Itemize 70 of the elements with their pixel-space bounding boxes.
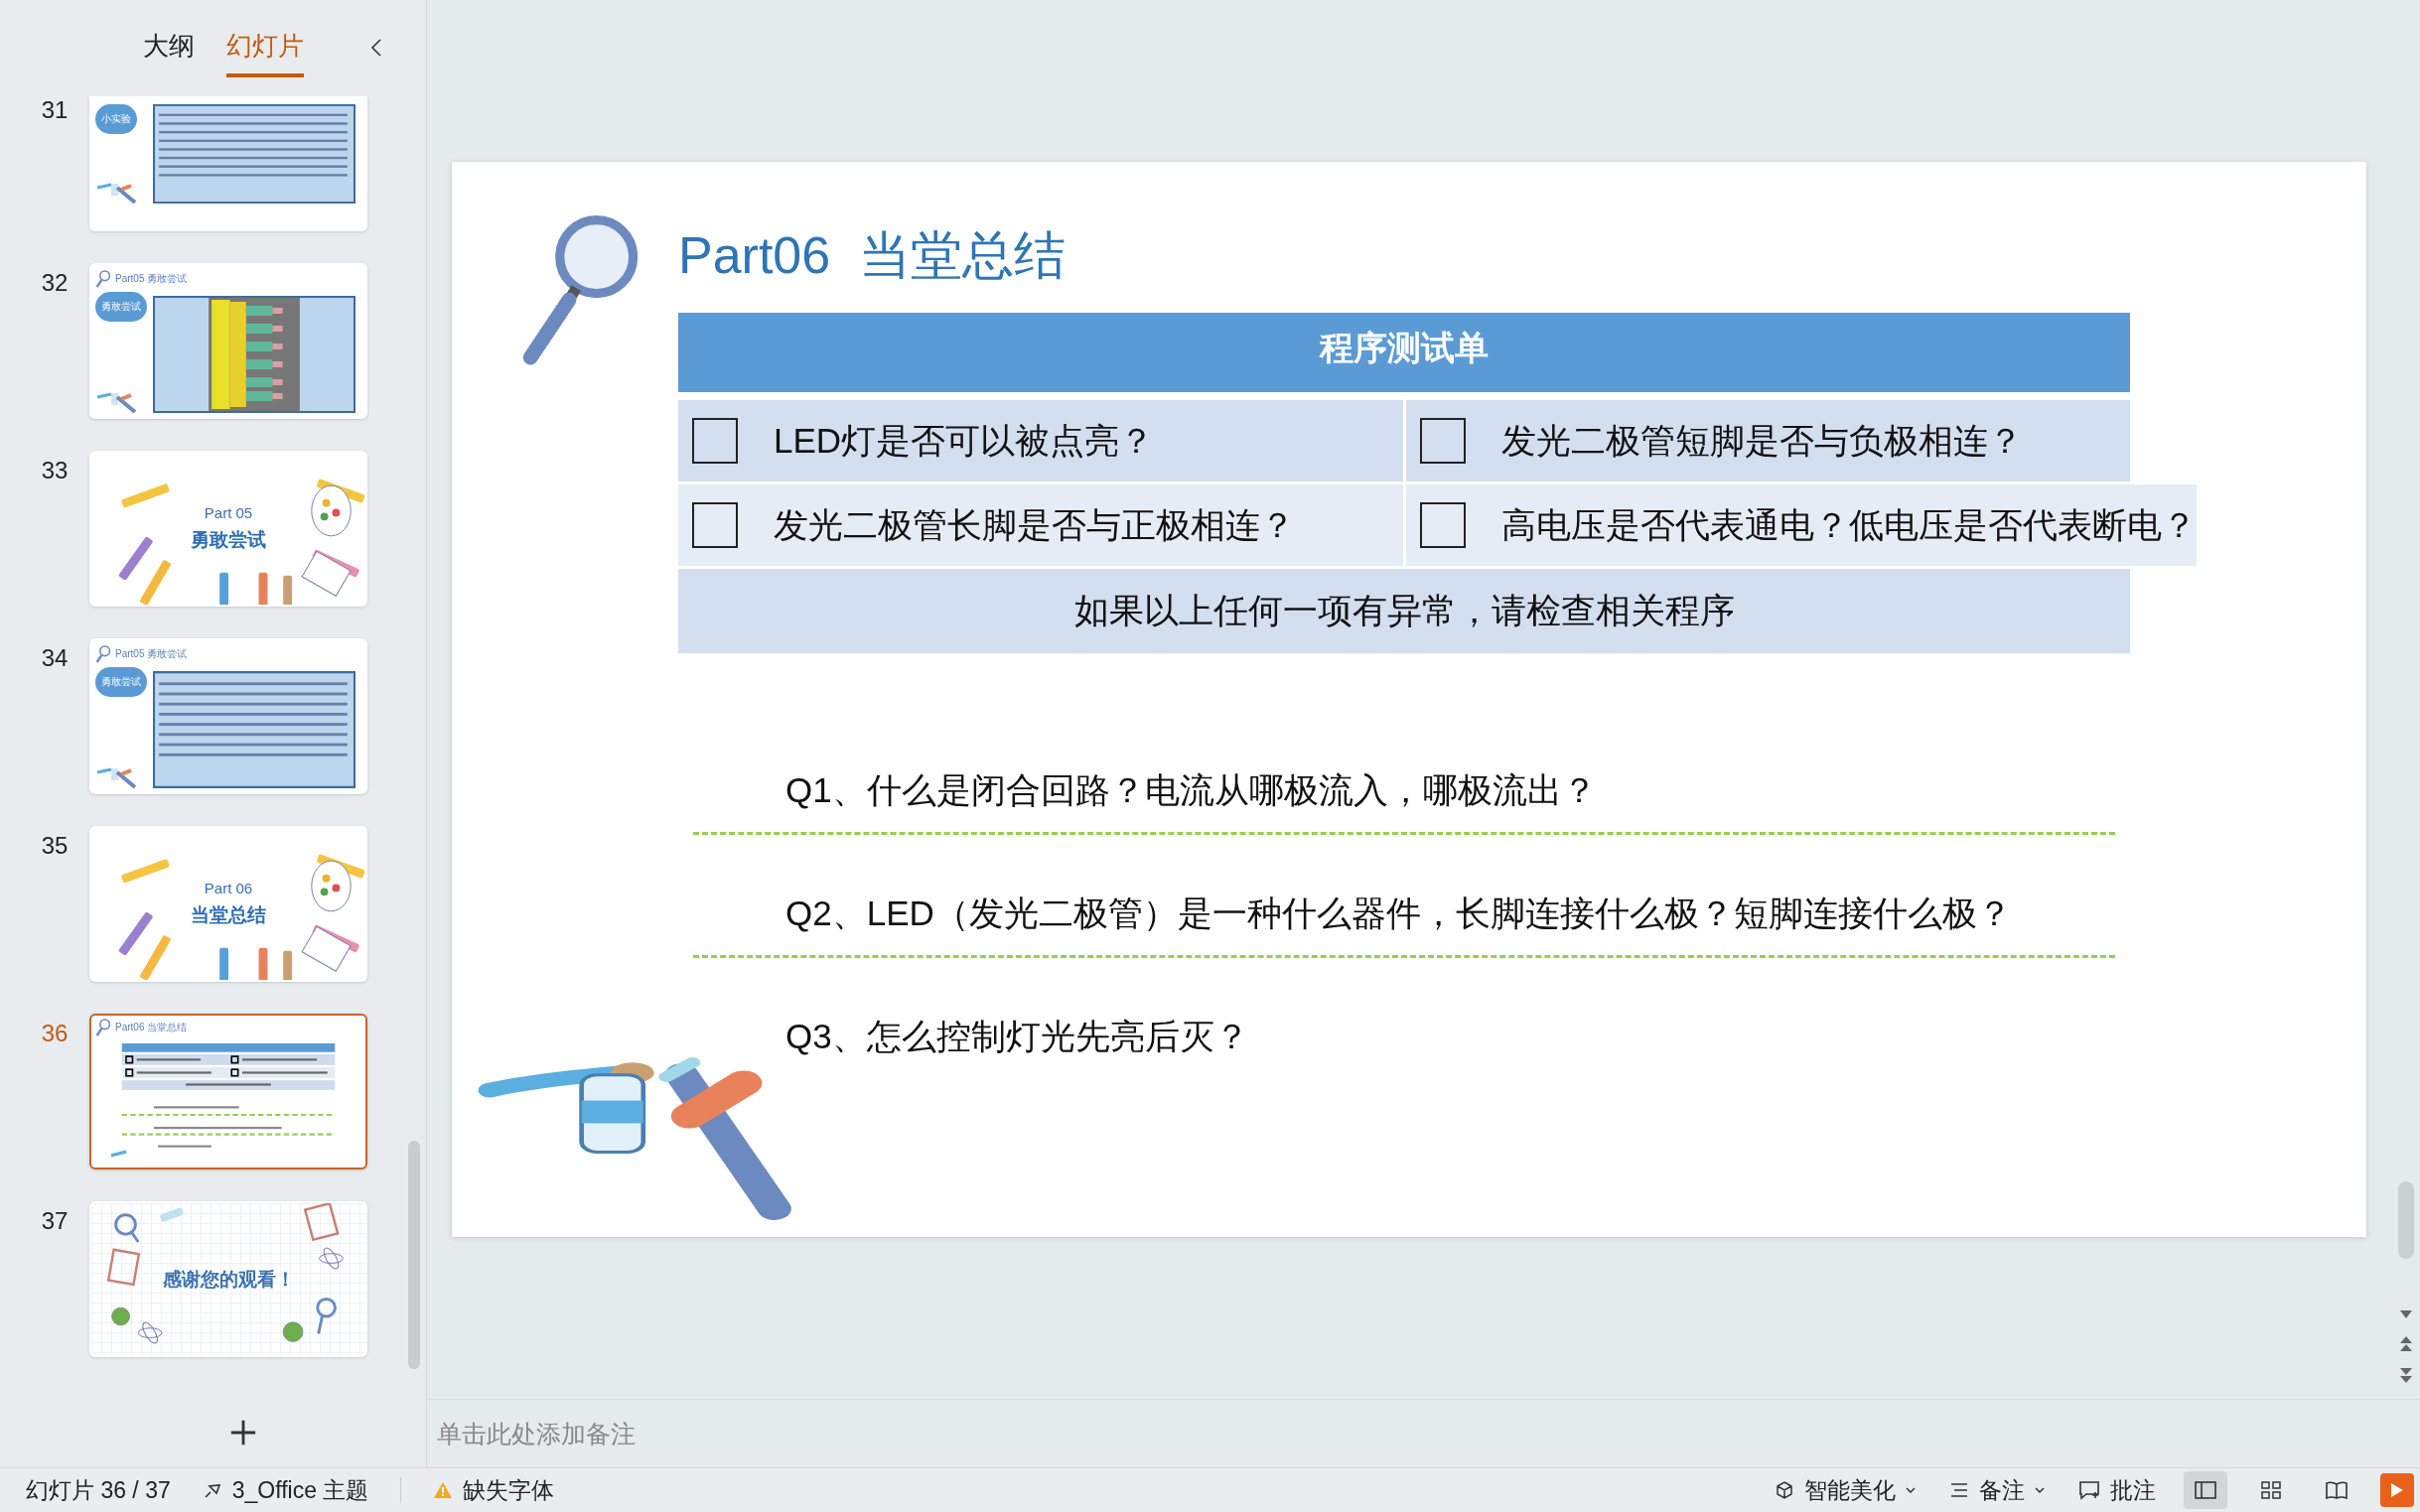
magnifier-icon	[95, 269, 111, 289]
section-title: 当堂总结	[191, 903, 266, 927]
slide-thumbnail[interactable]: 感谢您的观看！	[89, 1201, 367, 1357]
thumbnail-heading: Part05 勇敢尝试	[115, 272, 188, 286]
magnifier-icon	[95, 1018, 111, 1037]
slide-number: 34	[40, 643, 70, 672]
missing-fonts-button[interactable]: 缺失字体	[427, 1470, 561, 1510]
slide-thumbnail[interactable]: 小实验	[89, 96, 367, 231]
slide-number: 33	[40, 456, 70, 484]
magnifier-icon	[95, 644, 111, 664]
slide-thumbnail[interactable]: Part06 当堂总结	[89, 1014, 367, 1169]
slide-thumbnail[interactable]: Part05 勇敢尝试 勇敢尝试	[89, 638, 367, 794]
cube-icon	[1775, 1480, 1794, 1500]
previous-slide-icon[interactable]	[2399, 1336, 2412, 1352]
next-slide-icon[interactable]	[2399, 1368, 2412, 1384]
slide-thumbnail[interactable]: Part 05 勇敢尝试	[89, 451, 367, 607]
beautify-button[interactable]: 智能美化	[1769, 1470, 1922, 1510]
checkbox[interactable]	[692, 418, 738, 464]
panel-tab[interactable]: 大纲	[142, 19, 195, 77]
cloud-label: 勇敢尝试	[95, 667, 147, 697]
slide-thumbnail[interactable]: Part 06 当堂总结	[89, 826, 367, 982]
checkbox[interactable]	[1420, 418, 1466, 464]
scroll-down-icon[interactable]	[2399, 1310, 2412, 1320]
theme-button[interactable]: 3_Office 主题	[196, 1470, 375, 1510]
normal-view-icon	[2195, 1481, 2216, 1499]
part-label: Part 05	[204, 504, 253, 521]
slide-number: 36	[40, 1019, 70, 1047]
table-header: 程序测试单	[678, 313, 2130, 392]
view-button[interactable]	[2184, 1471, 2227, 1509]
book-icon	[2326, 1481, 2348, 1499]
notes-field[interactable]: 单击此处添加备注	[435, 1418, 1035, 1449]
slide-number: 37	[40, 1206, 70, 1235]
thanks-title: 感谢您的观看！	[162, 1267, 295, 1292]
question-text: Q2、LED（发光二极管）是一种什么器件，长脚连接什么极？短脚连接什么极？	[784, 893, 2013, 934]
play-button[interactable]	[2380, 1473, 2414, 1507]
checklist-item: LED灯是否可以被点亮？	[774, 419, 1155, 462]
notes-button[interactable]: 备注	[1943, 1470, 2051, 1510]
caret-icon	[2035, 1487, 2045, 1493]
slide-counter: 幻灯片 36 / 37	[26, 1475, 171, 1505]
comments-button[interactable]: 批注	[2072, 1470, 2162, 1510]
panel-tab[interactable]: 幻灯片	[225, 19, 304, 77]
slide-thumbnail[interactable]: Part05 勇敢尝试 勇敢尝试	[89, 263, 367, 419]
checklist-item: 发光二极管短脚是否与负极相连？	[1501, 419, 2023, 462]
part-label: Part 06	[204, 880, 253, 896]
scrollbar-thumb[interactable]	[2397, 1181, 2414, 1259]
question-text: Q1、什么是闭合回路？电流从哪极流入，哪极流出？	[784, 769, 1598, 811]
section-title: 勇敢尝试	[191, 528, 266, 552]
collapse-icon[interactable]	[368, 38, 384, 58]
question-text: Q3、怎么控制灯光先亮后灭？	[784, 1016, 1250, 1057]
cloud-label: 勇敢尝试	[95, 292, 147, 322]
warning-icon	[433, 1481, 454, 1499]
slide-number: 32	[40, 268, 70, 297]
comment-icon	[2078, 1480, 2100, 1500]
slide-number: 31	[40, 96, 70, 124]
grid-view-icon	[2261, 1481, 2281, 1499]
checkbox[interactable]	[1420, 502, 1466, 548]
thumbnail-heading: Part05 勇敢尝试	[115, 647, 188, 661]
thumbnail-heading: Part06 当堂总结	[115, 1021, 188, 1034]
play-icon	[2391, 1483, 2403, 1497]
slide-title: Part06 当堂总结	[678, 225, 1068, 286]
checklist-item: 高电压是否代表通电？低电压是否代表断电？	[1501, 503, 2197, 546]
cloud-label: 小实验	[95, 104, 137, 134]
table-footer: 如果以上任何一项有异常，请检查相关程序	[678, 569, 2130, 653]
checkbox[interactable]	[692, 502, 738, 548]
checklist-item: 发光二极管长脚是否与正极相连？	[774, 503, 1295, 546]
scrollbar-thumb[interactable]	[408, 1141, 420, 1369]
lines-icon	[1949, 1481, 1969, 1499]
caret-icon	[1906, 1487, 1916, 1493]
plus-icon	[228, 1419, 257, 1446]
slide-number: 35	[40, 831, 70, 860]
